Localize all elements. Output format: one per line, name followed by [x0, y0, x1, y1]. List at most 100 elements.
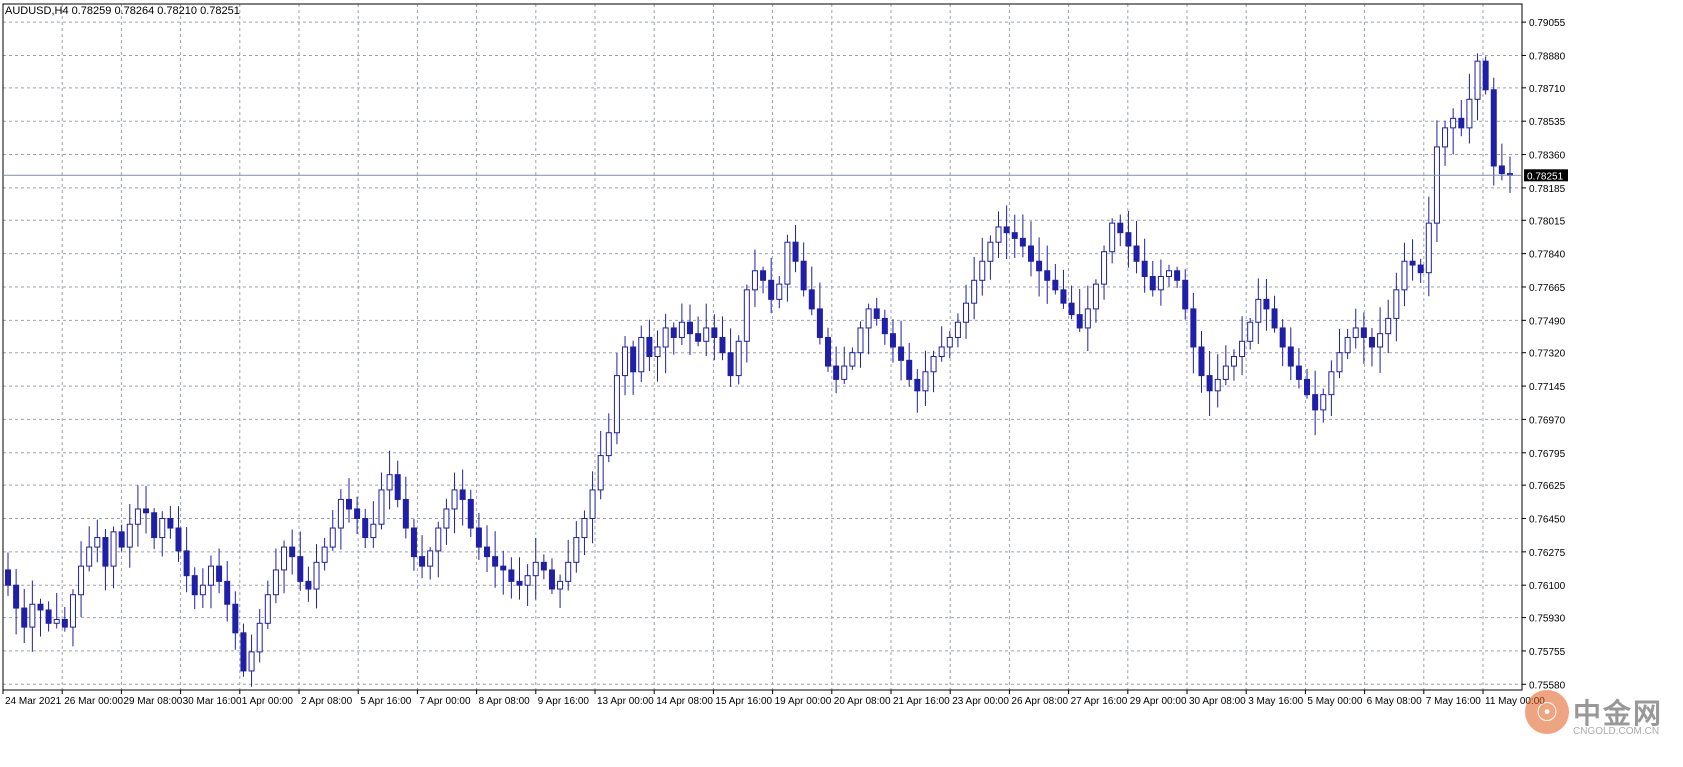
candle: [102, 529, 109, 591]
candle: [1466, 73, 1473, 144]
candle: [216, 548, 223, 594]
y-tick-label: 0.77490: [1529, 316, 1566, 327]
candle: [1312, 370, 1319, 436]
candle: [1377, 307, 1384, 373]
candle-body-down: [1490, 89, 1497, 167]
candle: [37, 598, 44, 637]
candle: [508, 557, 515, 599]
candle: [94, 519, 101, 563]
candle: [305, 566, 312, 602]
candle-body-down: [492, 556, 499, 567]
candle-body-down: [402, 498, 409, 529]
candle: [540, 554, 547, 580]
candle-body-up: [865, 308, 872, 329]
candle-body-down: [45, 609, 52, 624]
candle-body-down: [1206, 375, 1213, 392]
candle: [906, 342, 913, 387]
candle: [183, 527, 190, 593]
candle-body-up: [581, 518, 588, 539]
candle-body-down: [1149, 275, 1156, 291]
candle-body-down: [906, 359, 913, 380]
candle-body-down: [289, 546, 296, 558]
candle-body-down: [1295, 365, 1302, 380]
candle: [362, 508, 369, 549]
candle-body-down: [1133, 245, 1140, 262]
candle: [1133, 221, 1140, 274]
candle-body-down: [1182, 279, 1189, 310]
x-tick-label: 14 Apr 08:00: [656, 696, 713, 707]
y-tick-label: 0.78015: [1529, 216, 1566, 227]
candle: [45, 601, 52, 632]
candle-body-down: [37, 603, 44, 611]
candle-body-up: [979, 260, 986, 281]
candle: [475, 512, 482, 560]
x-tick-label: 13 Apr 00:00: [597, 696, 654, 707]
candle-body-down: [183, 550, 190, 577]
candle: [963, 284, 970, 339]
candle: [597, 430, 604, 500]
candle-body-up: [605, 432, 612, 457]
candle: [1287, 327, 1294, 381]
candle-body-up: [841, 365, 848, 380]
candle: [581, 510, 588, 556]
candle: [394, 460, 401, 508]
candle: [1474, 53, 1481, 121]
watermark-url: CNGOLD.COM.CN: [1573, 726, 1660, 737]
candle-body-up: [1352, 327, 1359, 338]
candle-body-up: [654, 346, 661, 358]
candle: [500, 550, 507, 595]
candle: [167, 505, 174, 539]
candle-body-up: [256, 622, 263, 653]
candle-body-down: [61, 618, 68, 628]
candle: [1482, 56, 1489, 95]
y-tick-label: 0.77320: [1529, 349, 1566, 360]
y-tick-label: 0.76450: [1529, 515, 1566, 526]
candle-body-down: [1068, 302, 1075, 316]
candle-body-down: [548, 569, 555, 590]
candle: [743, 284, 750, 363]
candle-body-up: [622, 346, 629, 377]
y-tick-label: 0.76275: [1529, 548, 1566, 559]
candle-body-down: [630, 346, 637, 373]
candle: [264, 580, 271, 629]
candle: [1036, 237, 1043, 297]
candle-body-up: [971, 279, 978, 304]
y-tick-label: 0.78360: [1529, 151, 1566, 162]
candle-body-up: [329, 527, 336, 548]
candle-body-down: [484, 546, 491, 558]
chart-canvas[interactable]: 0.79055 0.78880 0.78710 0.78535 0.78360 0.781…: [0, 0, 1683, 762]
candle: [337, 489, 344, 550]
candle-body-down: [1458, 117, 1465, 129]
candle-body-up: [159, 518, 166, 539]
candle-body-down: [118, 531, 125, 548]
candle-body-up: [857, 327, 864, 354]
candle: [1490, 77, 1497, 186]
candle: [1401, 242, 1408, 307]
candle: [630, 340, 637, 395]
candle: [1084, 285, 1091, 352]
candle: [889, 319, 896, 363]
x-tick-label: 30 Apr 08:00: [1189, 696, 1246, 707]
candle: [199, 568, 206, 609]
x-tick-label: 3 May 16:00: [1248, 696, 1303, 707]
y-tick-label: 0.76625: [1529, 481, 1566, 492]
candle-body-up: [386, 474, 393, 491]
candle-body-up: [1466, 98, 1473, 129]
candle-body-up: [1401, 260, 1408, 291]
candle: [459, 469, 466, 526]
candle: [638, 325, 645, 382]
candle-body-up: [1166, 270, 1173, 277]
candle-body-down: [1117, 222, 1124, 234]
candle: [1458, 100, 1465, 137]
candle-body-down: [686, 321, 693, 335]
candle-body-up: [1092, 283, 1099, 310]
candle: [1247, 317, 1254, 350]
candle: [289, 529, 296, 575]
candle: [1425, 196, 1432, 297]
candle: [1044, 245, 1051, 304]
candle-body-up: [1385, 317, 1392, 335]
candle-body-down: [1027, 245, 1034, 262]
candle: [378, 472, 385, 530]
candle: [191, 567, 198, 610]
candle: [492, 531, 499, 588]
